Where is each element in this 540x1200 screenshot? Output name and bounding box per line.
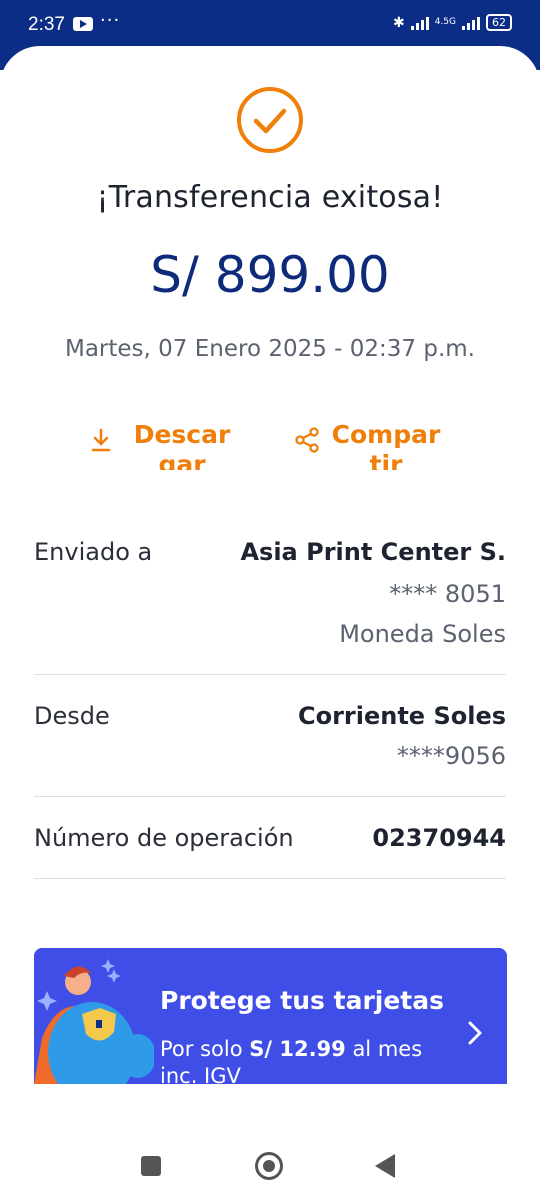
check-circle-icon xyxy=(237,87,303,153)
status-icons: ✱ 4.5G 62 xyxy=(393,14,512,31)
more-notifications-icon: ··· xyxy=(100,10,121,31)
chevron-right-icon[interactable] xyxy=(465,1018,485,1048)
transfer-amount: S/ 899.00 xyxy=(150,246,390,304)
download-label: Descargar xyxy=(133,420,231,470)
source-account-name: Corriente Soles xyxy=(297,702,506,730)
recipient-account: **** 8051 xyxy=(389,580,506,608)
signal-icon-2 xyxy=(462,16,480,30)
recents-button[interactable] xyxy=(141,1156,161,1176)
promo-title: Protege tus tarjetas xyxy=(160,986,444,1015)
promo-sub-prefix: Por solo xyxy=(160,1037,250,1061)
home-button[interactable] xyxy=(255,1152,283,1180)
promo-price: S/ 12.99 xyxy=(249,1037,346,1061)
divider xyxy=(34,796,506,797)
battery-icon: 62 xyxy=(486,14,512,31)
operation-number: 02370944 xyxy=(372,824,506,852)
bluetooth-icon: ✱ xyxy=(392,14,405,31)
sent-to-label: Enviado a xyxy=(34,538,153,566)
signal-icon xyxy=(410,16,429,30)
youtube-icon xyxy=(73,17,93,31)
share-icon xyxy=(295,427,319,453)
back-button[interactable] xyxy=(375,1154,395,1178)
promo-banner-card-protection[interactable]: Protege tus tarjetas Por solo S/ 12.99 a… xyxy=(34,948,507,1084)
download-button[interactable]: Descargar xyxy=(90,420,238,470)
operation-number-label: Número de operación xyxy=(34,824,294,852)
page-title: ¡Transferencia exitosa! xyxy=(96,180,444,215)
source-account-number: ****9056 xyxy=(396,742,506,770)
promo-subtitle: Por solo S/ 12.99 al mes inc. IGV xyxy=(160,1036,460,1084)
from-label: Desde xyxy=(34,702,110,730)
recipient-currency: Moneda Soles xyxy=(339,620,506,648)
status-time: 2:37 xyxy=(28,14,65,35)
share-button[interactable]: Compartir xyxy=(294,420,442,470)
recipient-name: Asia Print Center S. xyxy=(240,538,506,566)
superhero-illustration-icon xyxy=(34,959,154,1084)
divider xyxy=(34,878,506,879)
divider xyxy=(34,674,506,675)
network-type: 4.5G xyxy=(434,17,456,27)
transfer-datetime: Martes, 07 Enero 2025 - 02:37 p.m. xyxy=(64,336,475,362)
download-icon xyxy=(91,428,111,452)
share-label: Compartir xyxy=(331,420,441,470)
